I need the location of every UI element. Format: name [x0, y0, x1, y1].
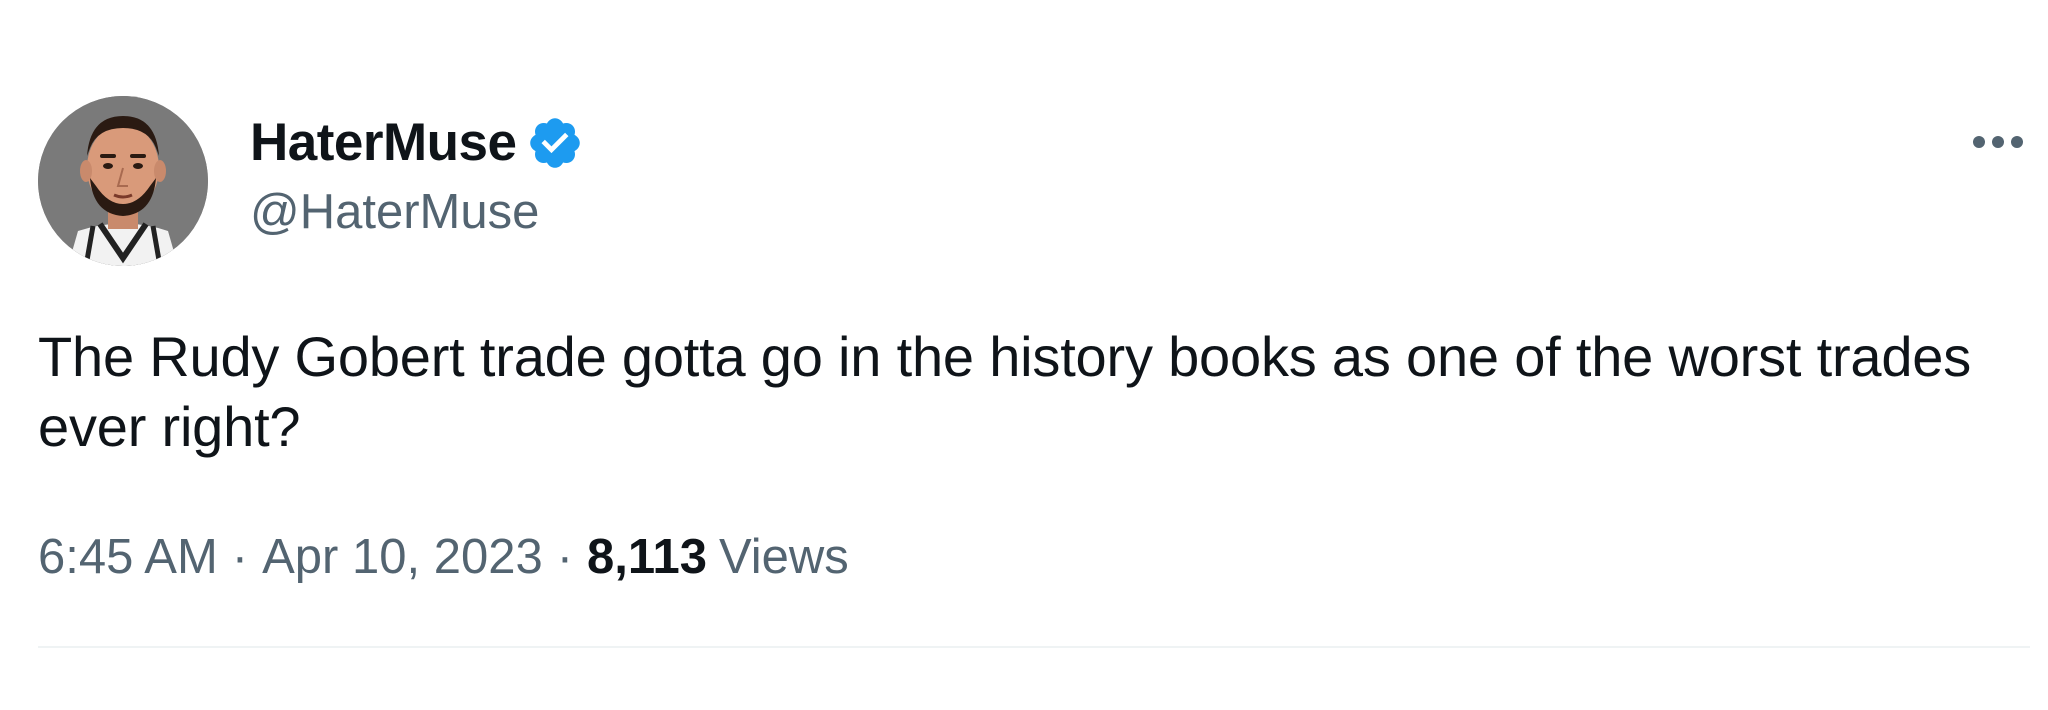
more-options-button[interactable] — [1968, 122, 2028, 162]
views-label[interactable]: Views — [719, 529, 849, 585]
avatar[interactable] — [38, 96, 208, 266]
meta-separator: · — [231, 530, 249, 584]
meta-separator: · — [556, 530, 574, 584]
tweet-meta: 6:45 AM · Apr 10, 2023 · 8,113 Views — [38, 522, 849, 592]
more-horizontal-icon — [1973, 136, 2023, 148]
tweet-date[interactable]: Apr 10, 2023 — [262, 529, 543, 585]
author-handle[interactable]: @HaterMuse — [250, 180, 539, 244]
tweet-card: HaterMuse @HaterMuse The Rudy Gobert tra… — [0, 0, 2048, 710]
author-name-row: HaterMuse — [250, 108, 584, 178]
verified-badge-icon — [530, 118, 581, 168]
author-display-name[interactable]: HaterMuse — [250, 108, 517, 178]
tweet-text: The Rudy Gobert trade gotta go in the hi… — [38, 325, 1972, 458]
divider — [38, 646, 2030, 648]
tweet-time[interactable]: 6:45 AM — [38, 529, 218, 585]
avatar-illustration-icon — [38, 96, 208, 266]
views-count[interactable]: 8,113 — [587, 529, 707, 585]
